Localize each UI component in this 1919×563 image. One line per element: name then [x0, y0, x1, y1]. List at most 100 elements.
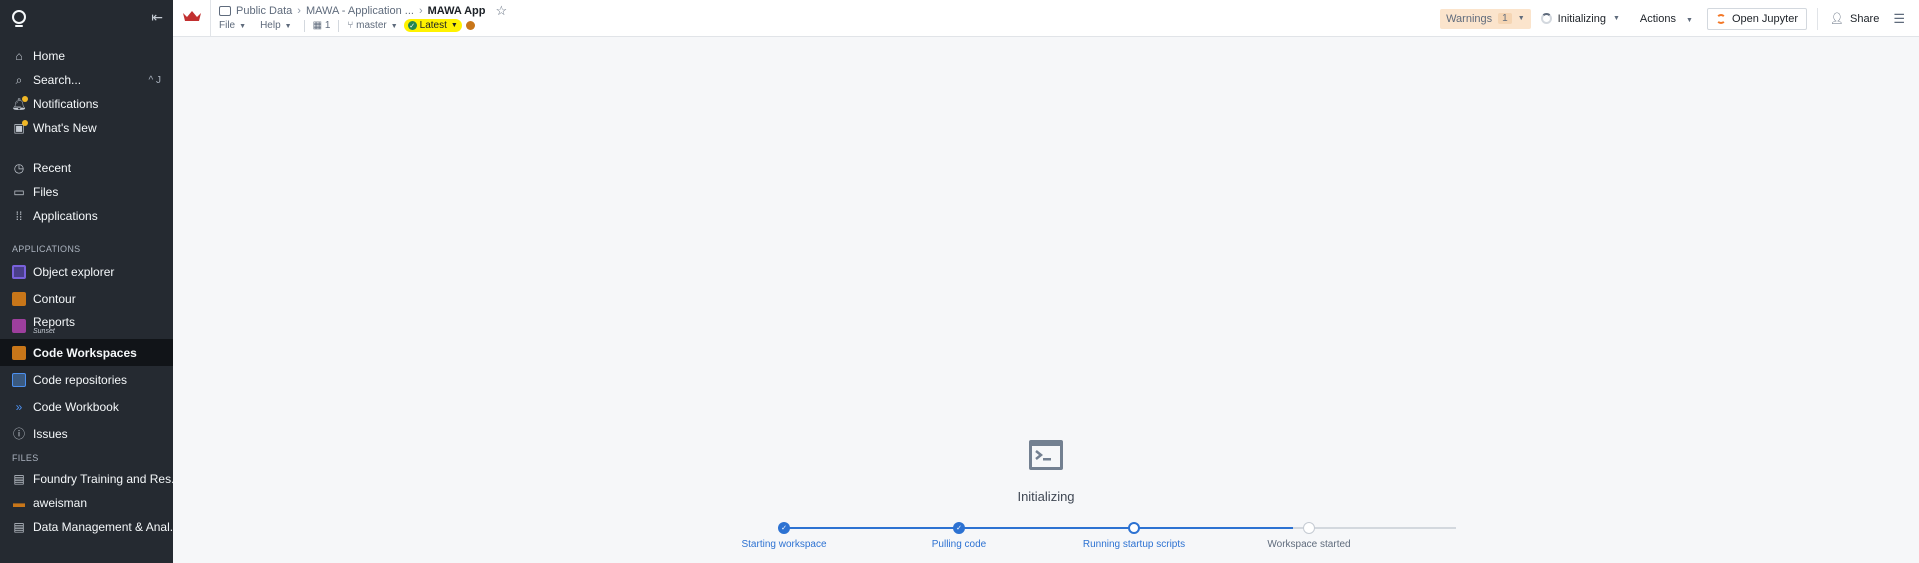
step-label: Pulling code [931, 539, 987, 550]
sidebar-item-object-explorer[interactable]: Object explorer [0, 258, 173, 285]
home-icon: ⌂ [15, 49, 23, 63]
caret-down-icon: ▼ [450, 22, 458, 29]
person-icon: 👤︎ [1830, 13, 1844, 25]
warnings-count: 1 [1498, 13, 1512, 24]
warnings-button[interactable]: Warnings 1 ▼ [1440, 8, 1531, 29]
sidebar-item-label: aweisman [33, 496, 88, 510]
sidebar-file-item[interactable]: ▤ Data Management & Anal... [0, 515, 173, 539]
sidebar-item-label: Code Workspaces [33, 345, 137, 360]
sidebar-item-label: Foundry Training and Res... [33, 472, 173, 486]
file-menu[interactable]: File ▼ [219, 20, 246, 31]
sidebar-item-label: Search... [33, 73, 82, 87]
step-active-icon [1128, 522, 1140, 534]
sidebar-item-search[interactable]: ⌕ Search... ^ J [0, 68, 173, 92]
latest-label: Latest [419, 20, 447, 31]
files-section-title: FILES [12, 453, 39, 463]
check-circle-icon: ✓ [407, 21, 417, 30]
sidebar-item-notifications[interactable]: 🔔︎ Notifications [0, 92, 173, 116]
share-button[interactable]: 👤︎ Share [1817, 7, 1891, 30]
sidebar-item-label: Issues [33, 426, 68, 441]
breadcrumb: Public Data › MAWA - Application ... › M… [219, 3, 507, 19]
sidebar-item-issues[interactable]: ⓘ Issues [0, 420, 173, 447]
sidebar-item-label: Applications [33, 209, 98, 223]
sidebar-item-label: Contour [33, 291, 76, 306]
folder-icon: ▭ [13, 185, 25, 199]
divider [210, 0, 211, 37]
search-icon: ⌕ [15, 72, 23, 87]
top-bar: Public Data › MAWA - Application ... › M… [173, 0, 1919, 37]
top-bar-actions: Warnings 1 ▼ Initializing ▼ Actions ▼ Op… [1440, 0, 1919, 37]
latest-version-selector[interactable]: ✓ Latest ▼ [403, 19, 462, 32]
status-warning-icon[interactable] [465, 21, 475, 30]
status-label: Initializing [1557, 12, 1606, 25]
reports-icon [12, 318, 26, 333]
sidebar-item-reports[interactable]: Reports Sunset [0, 312, 173, 339]
resources-count[interactable]: ▦ 1 [313, 20, 331, 31]
progress-track-complete [784, 527, 1293, 529]
sidebar-item-label: Files [33, 185, 59, 199]
sunset-label: Sunset [33, 327, 55, 335]
branch-selector[interactable]: ⑂ master ▼ [347, 20, 397, 31]
sidebar-item-label: Code Workbook [33, 399, 119, 414]
notification-dot [22, 120, 28, 126]
sidebar-item-label: Code repositories [33, 372, 128, 387]
sidebar-file-item[interactable]: ▤ Foundry Training and Res... [0, 467, 173, 491]
actions-menu[interactable]: Actions ▼ [1640, 13, 1693, 25]
terminal-icon [1029, 440, 1063, 470]
progress-track-pending [1293, 527, 1456, 529]
help-menu[interactable]: Help ▼ [260, 20, 292, 31]
sidebar-item-home[interactable]: ⌂ Home [0, 44, 173, 68]
spinner-icon [1540, 13, 1552, 24]
sidebar-item-code-workspaces[interactable]: Code Workspaces [0, 339, 173, 366]
step-label: Running startup scripts [1082, 539, 1186, 550]
list-menu-icon[interactable]: ☰ [1893, 11, 1905, 27]
git-branch-icon: ⑂ [347, 20, 354, 31]
step-label: Workspace started [1267, 539, 1351, 550]
sidebar-file-item[interactable]: ▬ aweisman [0, 491, 173, 515]
palantir-logo-icon[interactable] [12, 10, 26, 27]
sidebar-header: ⇤ [0, 0, 173, 34]
chevron-right-icon: › [418, 5, 423, 17]
open-jupyter-button[interactable]: Open Jupyter [1706, 7, 1808, 30]
gift-icon: ▣ [12, 120, 28, 135]
caret-down-icon: ▼ [284, 23, 292, 30]
jupyter-icon [1715, 13, 1726, 24]
caret-down-icon: ▼ [390, 23, 398, 30]
search-shortcut: ^ J [148, 74, 161, 86]
notification-dot [22, 96, 28, 102]
code-workspaces-logo-icon [183, 11, 201, 21]
step-check-icon: ✓ [953, 522, 965, 534]
sidebar-item-code-repositories[interactable]: Code repositories [0, 366, 173, 393]
step-label: Starting workspace [741, 539, 827, 550]
status-heading: Initializing [1017, 489, 1075, 504]
code-workspaces-icon [12, 345, 26, 360]
sidebar-item-label: What's New [33, 121, 97, 135]
collapse-sidebar-icon[interactable]: ⇤ [151, 9, 163, 26]
applications-section-title: APPLICATIONS [12, 244, 81, 254]
breadcrumb-item[interactable]: Public Data [236, 5, 292, 17]
issues-icon: ⓘ [12, 427, 25, 441]
warnings-label: Warnings [1446, 12, 1493, 25]
sidebar-item-label: Notifications [33, 97, 99, 111]
sidebar-item-files[interactable]: ▭ Files [0, 180, 173, 204]
page-title[interactable]: MAWA App [428, 5, 486, 17]
progress-stepper: ✓ ✓ Starting workspace Pulling code Runn… [173, 519, 1919, 550]
sidebar-item-label: Reports [33, 314, 76, 329]
project-icon: ▤ [13, 520, 25, 534]
grid-icon: ⁞⁞ [15, 209, 23, 223]
step-check-icon: ✓ [778, 522, 790, 534]
sidebar-item-whats-new[interactable]: ▣ What's New [0, 116, 173, 140]
sidebar-item-contour[interactable]: Contour [0, 285, 173, 312]
sidebar-item-code-workbook[interactable]: » Code Workbook [0, 393, 173, 420]
object-explorer-icon [12, 264, 26, 279]
contour-icon [12, 291, 26, 306]
status-dropdown[interactable]: Initializing ▼ [1540, 12, 1620, 25]
breadcrumb-item[interactable]: MAWA - Application ... [306, 5, 414, 17]
code-workbook-icon: » [15, 399, 23, 414]
bell-icon: 🔔︎ [11, 96, 28, 111]
star-icon[interactable]: ☆ [495, 3, 507, 19]
sidebar-item-applications[interactable]: ⁞⁞ Applications [0, 204, 173, 228]
cube-icon: ▦ [312, 20, 323, 31]
sidebar-item-recent[interactable]: ◷ Recent [0, 156, 173, 180]
workspace-main: Initializing ✓ ✓ Starting workspace Pull… [173, 37, 1919, 563]
